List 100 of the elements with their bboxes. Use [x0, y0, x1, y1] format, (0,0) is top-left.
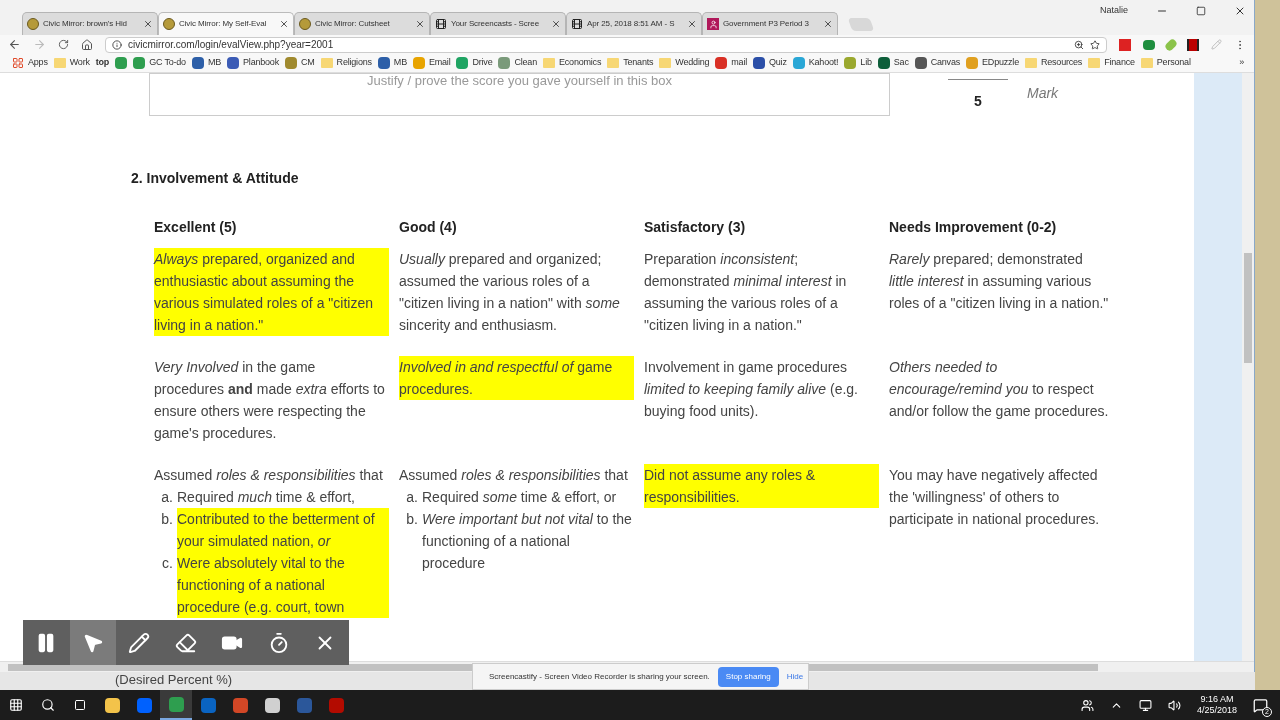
close-tab-icon[interactable]: [551, 19, 561, 29]
close-tab-icon[interactable]: [143, 19, 153, 29]
bookmark[interactable]: Clean: [498, 56, 537, 70]
list-item-text: Required some time & effort, or: [422, 488, 618, 507]
rubric-text: Assumed roles & responsibilities that: [399, 466, 629, 485]
bookmark[interactable]: Tenants: [607, 56, 654, 70]
more-bookmarks-button[interactable]: »: [1239, 56, 1244, 70]
close-tab-icon[interactable]: [415, 19, 425, 29]
bookmark[interactable]: Wedding: [659, 56, 710, 70]
section-title: 2. Involvement & Attitude: [131, 169, 300, 188]
sharing-message: Screencastify - Screen Video Recorder is sharing your screen.: [489, 670, 710, 683]
eraser-icon: [174, 631, 197, 654]
hide-button[interactable]: Hide: [786, 670, 804, 683]
folder-icon: [1140, 58, 1153, 68]
rubric-text: Did not assume any roles & responsibilities.: [644, 464, 879, 508]
browser-tab[interactable]: Your Screencasts - Scree: [430, 12, 566, 35]
list-item-text: Were absolutely vital to the functioning of a national procedure (e.g. court, town: [177, 552, 389, 618]
bookmark[interactable]: Religions: [320, 56, 372, 70]
bookmark[interactable]: Economics: [543, 56, 602, 70]
background-window-text: (Desired Percent %): [115, 672, 233, 687]
rubric-text: Involved in and respectful of game procedures.: [399, 356, 634, 400]
folder-icon: [607, 58, 620, 68]
rubric-text: You may have negatively affected the 'willingness' of others to participate in national procedures.: [889, 466, 1101, 529]
person-icon: [707, 18, 719, 30]
bookmark[interactable]: Apps: [12, 56, 48, 70]
score-value: 5: [974, 92, 982, 111]
bookmark[interactable]: Finance: [1088, 56, 1135, 70]
close-tab-icon[interactable]: [823, 19, 833, 29]
apps-grid-icon: [12, 57, 24, 69]
start-icon[interactable]: [9, 698, 23, 712]
list-marker: b.: [160, 510, 174, 529]
profile-name[interactable]: Natalie: [1100, 4, 1128, 18]
film-icon: [435, 18, 447, 30]
bookmark[interactable]: Planbook: [227, 56, 279, 70]
browser-tab[interactable]: Civic Mirror: My Self-Eval: [158, 12, 294, 35]
zoom-icon[interactable]: [1074, 39, 1084, 50]
folder-icon: [320, 58, 333, 68]
bookmark-star-icon[interactable]: [1090, 39, 1100, 50]
vertical-scrollbar[interactable]: [1242, 73, 1254, 661]
bookmark[interactable]: Resources: [1024, 56, 1083, 70]
people-icon[interactable]: [1080, 698, 1094, 712]
list-marker: c.: [161, 554, 174, 573]
score-label: Mark: [1027, 84, 1059, 103]
bookmark[interactable]: mail: [715, 56, 747, 70]
browser-tab[interactable]: Apr 25, 2018 8:51 AM - S: [566, 12, 702, 35]
bookmark[interactable]: Email: [412, 56, 451, 70]
bookmark[interactable]: Lib: [844, 56, 872, 70]
pencil-icon: [128, 631, 151, 654]
list-marker: a.: [405, 488, 419, 507]
extension-icon[interactable]: [1187, 38, 1199, 51]
bookmark[interactable]: Quiz: [753, 56, 787, 70]
bookmark[interactable]: [115, 57, 128, 69]
taskbar-app[interactable]: [160, 690, 192, 720]
folder-icon: [543, 58, 555, 68]
task-view-icon[interactable]: [74, 699, 86, 711]
list-item-text: Were important but not vital to the functioning of a national procedure: [422, 510, 633, 573]
column-header: Good (4): [399, 218, 458, 237]
info-icon[interactable]: [112, 39, 122, 50]
bookmark[interactable]: Sac: [877, 56, 909, 70]
bookmark[interactable]: EDpuzzle: [966, 56, 1019, 70]
browser-tab[interactable]: Government P3 Period 3: [702, 12, 838, 35]
close-tab-icon[interactable]: [279, 19, 289, 29]
rubric-text: Always prepared, organized and enthusiastic about assuming the various simulated roles of a "citizen living in a nation.": [154, 248, 389, 336]
close-tab-icon[interactable]: [687, 19, 697, 29]
rubric-text: Very Involved in the game procedures and made extra efforts to ensure others were respecting the game's procedures.: [154, 358, 386, 443]
bookmark[interactable]: Canvas: [914, 56, 961, 70]
bookmark[interactable]: Kahoot!: [792, 56, 839, 70]
rubric-text: Others needed to encourage/remind you to respect and/or follow the game procedures.: [889, 358, 1110, 421]
list-item-text: Required much time & effort,: [177, 488, 356, 507]
bookmark[interactable]: Work: [53, 56, 90, 70]
bookmark[interactable]: GC To-do: [133, 56, 186, 70]
back-icon[interactable]: [8, 38, 21, 51]
browser-tab[interactable]: Civic Mirror: Cutsheet: [294, 12, 430, 35]
bookmark[interactable]: MB: [377, 56, 407, 70]
column-header: Satisfactory (3): [644, 218, 747, 237]
bookmark[interactable]: MB: [191, 56, 222, 70]
folder-icon: [1088, 58, 1101, 68]
column-header: Excellent (5): [154, 218, 238, 237]
search-icon[interactable]: [41, 698, 55, 712]
reload-icon[interactable]: [58, 39, 69, 50]
recorder-tool[interactable]: [69, 620, 116, 665]
bookmark[interactable]: CM: [285, 56, 315, 70]
justification-field[interactable]: Justify / prove the score you gave yourself in this box: [149, 73, 890, 116]
list-marker: b.: [405, 510, 419, 529]
maximize-icon[interactable]: [1196, 5, 1206, 16]
rubric-text: Usually prepared and organized; assumed the various roles of a "citizen living in a nation" with some sincerity and enthusiasm.: [399, 250, 621, 335]
speaker-icon[interactable]: [1167, 698, 1181, 712]
column-header: Needs Improvement (0-2): [889, 218, 1058, 237]
rubric-text: Involvement in game procedures limited to keeping family alive (e.g. buying food units).: [644, 358, 859, 421]
home-icon[interactable]: [81, 38, 93, 51]
browser-tab[interactable]: Civic Mirror: brown's Hid: [22, 12, 158, 35]
folder-icon: [659, 58, 672, 68]
address-bar[interactable]: civicmirror.com/login/evalView.php?year=2001: [105, 36, 1107, 53]
clock[interactable]: 9:16 AM 4/25/2018: [1196, 694, 1237, 716]
network-icon[interactable]: [1138, 698, 1152, 712]
bookmark[interactable]: Drive: [456, 56, 493, 70]
film-icon: [571, 18, 583, 30]
bookmark[interactable]: Personal: [1140, 56, 1191, 70]
bookmark[interactable]: top: [95, 56, 110, 70]
rubric-text: Preparation inconsistent; demonstrated minimal interest in assuming the various roles of a "citizen living in a nation.": [644, 250, 848, 335]
